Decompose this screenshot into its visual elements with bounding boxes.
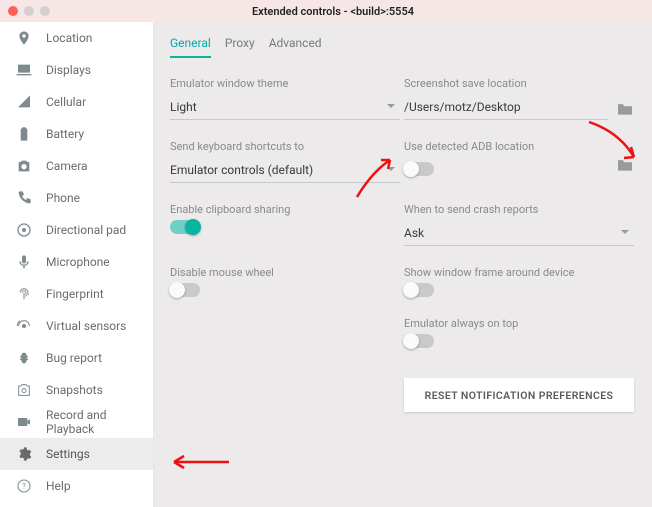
sidebar-item-label: Battery: [46, 127, 84, 141]
sidebar-item-label: Settings: [46, 447, 90, 461]
sidebar-item-label: Camera: [46, 159, 88, 173]
tab-proxy[interactable]: Proxy: [225, 32, 255, 58]
field-crash: When to send crash reports Ask: [404, 203, 634, 246]
sidebar-item-fingerprint[interactable]: Fingerprint: [0, 278, 153, 310]
field-mouse: Disable mouse wheel: [170, 266, 400, 297]
field-label: Disable mouse wheel: [170, 266, 400, 279]
camera-icon: [16, 158, 32, 174]
sidebar-item-label: Microphone: [46, 255, 110, 269]
phone-icon: [16, 190, 32, 206]
field-clipboard: Enable clipboard sharing: [170, 203, 400, 246]
sidebar-item-location[interactable]: Location: [0, 22, 153, 54]
field-label: Send keyboard shortcuts to: [170, 140, 400, 153]
mouse-toggle[interactable]: [170, 283, 200, 297]
settings-icon: [16, 446, 32, 462]
svg-text:?: ?: [22, 482, 26, 491]
titlebar: Extended controls - <build>:5554: [0, 0, 652, 22]
caret-down-icon: [620, 226, 630, 240]
frame-toggle[interactable]: [404, 283, 434, 297]
caret-down-icon: [386, 163, 396, 177]
field-ontop: Emulator always on top: [404, 317, 634, 348]
window-minimize-button[interactable]: [24, 6, 34, 16]
window-zoom-button[interactable]: [40, 6, 50, 16]
field-label: Show window frame around device: [404, 266, 634, 279]
sidebar-item-label: Virtual sensors: [46, 319, 126, 333]
field-adb: Use detected ADB location: [404, 140, 634, 183]
sidebar-item-camera[interactable]: Camera: [0, 150, 153, 182]
field-frame: Show window frame around device: [404, 266, 634, 297]
theme-value: Light: [170, 100, 197, 114]
sidebar-item-sensors[interactable]: Virtual sensors: [0, 310, 153, 342]
crash-select[interactable]: Ask: [404, 220, 634, 246]
folder-icon[interactable]: [616, 101, 634, 120]
snapshot-icon: [16, 382, 32, 398]
sidebar-item-label: Fingerprint: [46, 287, 104, 301]
sidebar-item-battery[interactable]: Battery: [0, 118, 153, 150]
sidebar-item-phone[interactable]: Phone: [0, 182, 153, 214]
sidebar-item-bugreport[interactable]: Bug report: [0, 342, 153, 374]
field-screenshot-path: Screenshot save location /Users/motz/Des…: [404, 77, 634, 120]
sidebar-item-label: Location: [46, 31, 92, 45]
adb-toggle[interactable]: [404, 162, 434, 176]
field-label: Emulator window theme: [170, 77, 400, 90]
help-icon: ?: [16, 478, 32, 494]
field-label: Enable clipboard sharing: [170, 203, 400, 216]
sidebar-item-microphone[interactable]: Microphone: [0, 246, 153, 278]
sidebar-item-label: Record and Playback: [46, 408, 143, 436]
field-theme: Emulator window theme Light: [170, 77, 400, 120]
screenshot-path-select[interactable]: /Users/motz/Desktop: [404, 94, 608, 120]
screenshot-path-value: /Users/motz/Desktop: [404, 100, 521, 114]
bug-icon: [16, 350, 32, 366]
sidebar-item-label: Cellular: [46, 95, 86, 109]
keyboard-select[interactable]: Emulator controls (default): [170, 157, 400, 183]
sidebar-item-label: Help: [46, 479, 71, 493]
window-close-button[interactable]: [8, 6, 18, 16]
reset-notifications-button[interactable]: RESET NOTIFICATION PREFERENCES: [404, 378, 634, 412]
folder-icon[interactable]: [616, 157, 634, 176]
sidebar-item-displays[interactable]: Displays: [0, 54, 153, 86]
sidebar-item-label: Bug report: [46, 351, 102, 365]
record-icon: [16, 414, 32, 430]
window-title: Extended controls - <build>:5554: [62, 5, 644, 18]
sidebar-item-record[interactable]: Record and Playback: [0, 406, 153, 438]
field-keyboard: Send keyboard shortcuts to Emulator cont…: [170, 140, 400, 183]
cellular-icon: [16, 94, 32, 110]
ontop-toggle[interactable]: [404, 334, 434, 348]
tab-advanced[interactable]: Advanced: [269, 32, 322, 58]
sidebar-item-label: Phone: [46, 191, 80, 205]
sidebar-item-dpad[interactable]: Directional pad: [0, 214, 153, 246]
location-icon: [16, 30, 32, 46]
caret-down-icon: [386, 100, 396, 114]
tab-general[interactable]: General: [170, 32, 211, 58]
displays-icon: [16, 62, 32, 78]
clipboard-toggle[interactable]: [170, 220, 200, 234]
sidebar-item-settings[interactable]: Settings: [0, 438, 153, 470]
sidebar-item-snapshots[interactable]: Snapshots: [0, 374, 153, 406]
main-panel: General Proxy Advanced Emulator window t…: [154, 22, 652, 507]
theme-select[interactable]: Light: [170, 94, 400, 120]
battery-icon: [16, 126, 32, 142]
sidebar-item-help[interactable]: ? Help: [0, 470, 153, 502]
sensors-icon: [16, 318, 32, 334]
field-label: When to send crash reports: [404, 203, 634, 216]
sidebar-item-cellular[interactable]: Cellular: [0, 86, 153, 118]
sidebar-item-label: Displays: [46, 63, 91, 77]
tabs: General Proxy Advanced: [170, 32, 634, 59]
crash-value: Ask: [404, 226, 424, 240]
sidebar-item-label: Directional pad: [46, 223, 126, 237]
keyboard-value: Emulator controls (default): [170, 163, 313, 177]
field-label: Use detected ADB location: [404, 140, 634, 153]
mic-icon: [16, 254, 32, 270]
dpad-icon: [16, 222, 32, 238]
field-label: Emulator always on top: [404, 317, 634, 330]
annotation-arrow: [164, 450, 234, 480]
sidebar: Location Displays Cellular Battery Camer…: [0, 22, 154, 507]
field-label: Screenshot save location: [404, 77, 634, 90]
sidebar-item-label: Snapshots: [46, 383, 103, 397]
fingerprint-icon: [16, 286, 32, 302]
